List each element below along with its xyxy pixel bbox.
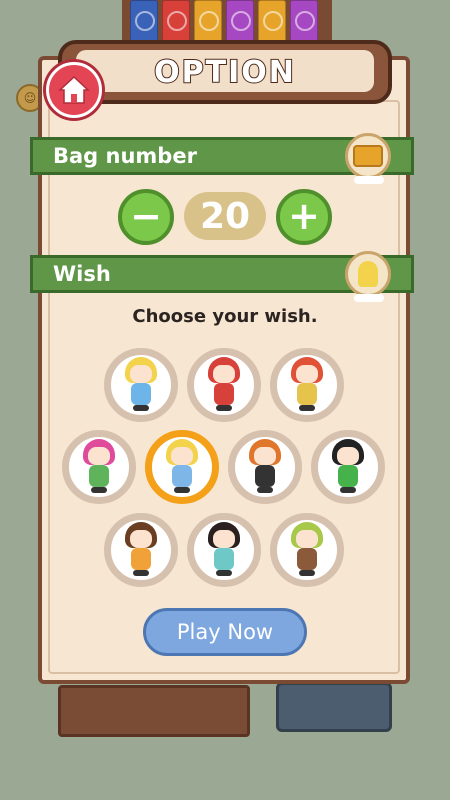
bag-number-ribbon: Bag number: [30, 133, 414, 184]
wish-option-red-hood-girl[interactable]: [270, 348, 344, 422]
doll-figure: [245, 439, 285, 495]
wish-option-panda-girl[interactable]: [228, 430, 302, 504]
increase-button[interactable]: +: [276, 189, 332, 245]
bag-count: 20: [184, 192, 266, 240]
bottom-shelf-left: [58, 685, 250, 737]
doll-icon: [345, 251, 391, 302]
bone-icon: [354, 176, 384, 184]
bag-number-label: Bag number: [53, 144, 197, 168]
wish-option-bee-girl[interactable]: [104, 348, 178, 422]
decrease-button[interactable]: −: [118, 189, 174, 245]
play-now-button[interactable]: Play Now: [143, 608, 307, 656]
candy-bag-orange: [194, 0, 222, 42]
doll-figure: [287, 522, 327, 578]
wish-prompt: Choose your wish.: [132, 306, 318, 327]
candy-bag-violet: [290, 0, 318, 42]
doll-figure: [204, 522, 244, 578]
title-banner: OPTION: [58, 40, 392, 104]
wish-option-orange-girl[interactable]: [187, 513, 261, 587]
wish-option-blonde-girl[interactable]: [145, 430, 219, 504]
home-icon: [58, 75, 90, 104]
doll-figure: [162, 439, 202, 495]
home-button[interactable]: [46, 62, 102, 118]
wish-option-frog-girl[interactable]: [311, 430, 385, 504]
candy-bag-blue: [130, 0, 158, 42]
wish-label: Wish: [53, 262, 111, 286]
wish-option-pink-girl[interactable]: [62, 430, 136, 504]
bone-icon: [354, 294, 384, 302]
wish-option-red-girl[interactable]: [187, 348, 261, 422]
doll-figure: [328, 439, 368, 495]
wish-option-bear-girl[interactable]: [270, 513, 344, 587]
doll-figure: [121, 522, 161, 578]
candy-bag-purple: [226, 0, 254, 42]
doll-figure: [79, 439, 119, 495]
doll-figure: [287, 357, 327, 413]
candy-bag-red: [162, 0, 190, 42]
wish-option-tiger-girl[interactable]: [104, 513, 178, 587]
bottom-shelf-right: [276, 682, 392, 732]
page-title: OPTION: [153, 54, 296, 91]
candy-bag-yellow: [258, 0, 286, 42]
doll-figure: [121, 357, 161, 413]
doll-figure: [204, 357, 244, 413]
wish-ribbon: Wish: [30, 251, 414, 302]
candy-bag-icon: [345, 133, 391, 184]
